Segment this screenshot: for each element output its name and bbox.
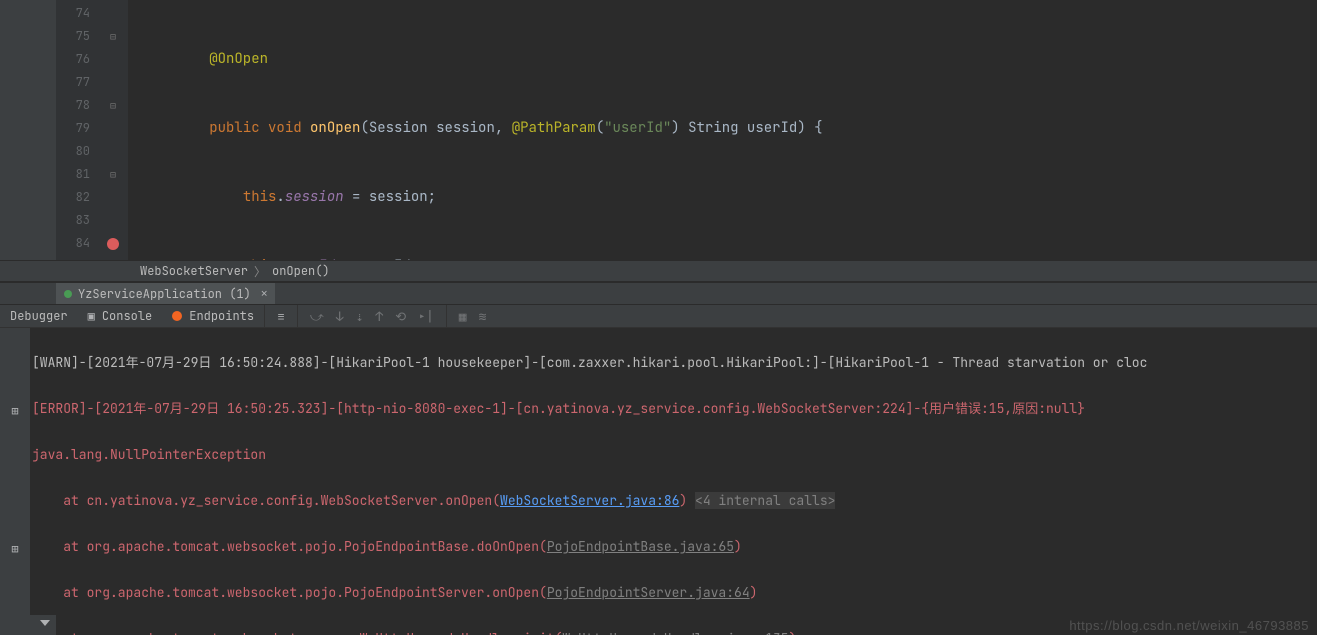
tab-endpoints[interactable]: Endpoints <box>162 305 264 327</box>
source-link[interactable]: PojoEndpointServer.java:64 <box>547 584 750 601</box>
debug-toolbar: Debugger ▣Console Endpoints ≡ ⤻ ↓ ⇣ ↑ ⟲ … <box>0 304 1317 328</box>
drop-frame-icon[interactable]: ⟲ <box>395 308 406 325</box>
fold-icon[interactable]: ⊟ <box>110 94 116 117</box>
source-link[interactable]: PojoEndpointBase.java:65 <box>547 538 734 555</box>
exception-line: java.lang.NullPointerException <box>32 443 1315 466</box>
breakpoint-icon[interactable] <box>107 238 119 250</box>
log-line: [ERROR]-[2021年-07月-29日 16:50:25.323]-[ht… <box>32 397 1315 420</box>
step-over-icon[interactable]: ⤻ <box>310 308 324 325</box>
stack-line: at cn.yatinova.yz_service.config.WebSock… <box>32 489 1315 512</box>
expand-icon[interactable]: ⊞ <box>0 399 30 422</box>
tab-debugger[interactable]: Debugger <box>0 305 78 327</box>
run-config-label: YzServiceApplication (1) <box>78 286 251 302</box>
editor-gutter[interactable]: ⊟ ⊟ ⊟ <box>98 0 128 260</box>
watermark: https://blog.csdn.net/weixin_46793885 <box>1069 618 1309 633</box>
tab-console[interactable]: ▣Console <box>78 305 163 327</box>
trace-icon[interactable]: ≋ <box>479 308 487 325</box>
source-link[interactable]: WsHttpUpgradeHandler.java:135 <box>562 630 788 635</box>
chevron-right-icon: 〉 <box>254 263 266 280</box>
expand-icon[interactable]: ⊞ <box>0 537 30 560</box>
settings-icon[interactable]: ≡ <box>277 308 285 325</box>
breadcrumb[interactable]: WebSocketServer 〉 onOpen() <box>0 260 1317 282</box>
run-tab-bar: YzServiceApplication (1) ✕ <box>0 282 1317 304</box>
log-line: [WARN]-[2021年-07月-29日 16:50:24.888]-[Hik… <box>32 351 1315 374</box>
step-into-icon[interactable]: ↓ <box>336 308 344 325</box>
stack-line: at org.apache.tomcat.websocket.pojo.Pojo… <box>32 581 1315 604</box>
step-out-icon[interactable]: ↑ <box>375 308 383 325</box>
code-area[interactable]: @OnOpen public void onOpen(Session sessi… <box>128 0 1317 260</box>
breadcrumb-class[interactable]: WebSocketServer <box>140 263 248 279</box>
console-output[interactable]: [WARN]-[2021年-07月-29日 16:50:24.888]-[Hik… <box>30 328 1317 635</box>
fold-icon[interactable]: ⊟ <box>110 25 116 48</box>
run-to-cursor-icon[interactable]: ▸| <box>418 308 434 325</box>
console-panel: ⊞ ⊞ [WARN]-[2021年-07月-29日 16:50:24.888]-… <box>0 328 1317 635</box>
console-gutter: ⊞ ⊞ <box>0 328 30 635</box>
run-status-icon <box>64 290 72 298</box>
evaluate-icon[interactable]: ▦ <box>459 308 467 325</box>
code-editor[interactable]: 74 75 76 77 78 79 80 81 82 83 84 ⊟ ⊟ ⊟ @… <box>0 0 1317 260</box>
line-number-gutter: 74 75 76 77 78 79 80 81 82 83 84 <box>56 0 98 260</box>
console-icon: ▣ <box>88 308 95 324</box>
run-config-tab[interactable]: YzServiceApplication (1) ✕ <box>56 283 275 304</box>
force-step-into-icon[interactable]: ⇣ <box>356 308 364 325</box>
stack-line: at org.apache.tomcat.websocket.pojo.Pojo… <box>32 535 1315 558</box>
fold-icon[interactable]: ⊟ <box>110 163 116 186</box>
editor-left-strip <box>0 0 56 260</box>
close-icon[interactable]: ✕ <box>261 287 268 301</box>
internal-calls-hint[interactable]: <4 internal calls> <box>695 492 835 509</box>
source-link[interactable]: WebSocketServer.java:86 <box>500 492 679 509</box>
breadcrumb-method[interactable]: onOpen() <box>272 263 330 279</box>
endpoints-icon <box>172 311 182 321</box>
